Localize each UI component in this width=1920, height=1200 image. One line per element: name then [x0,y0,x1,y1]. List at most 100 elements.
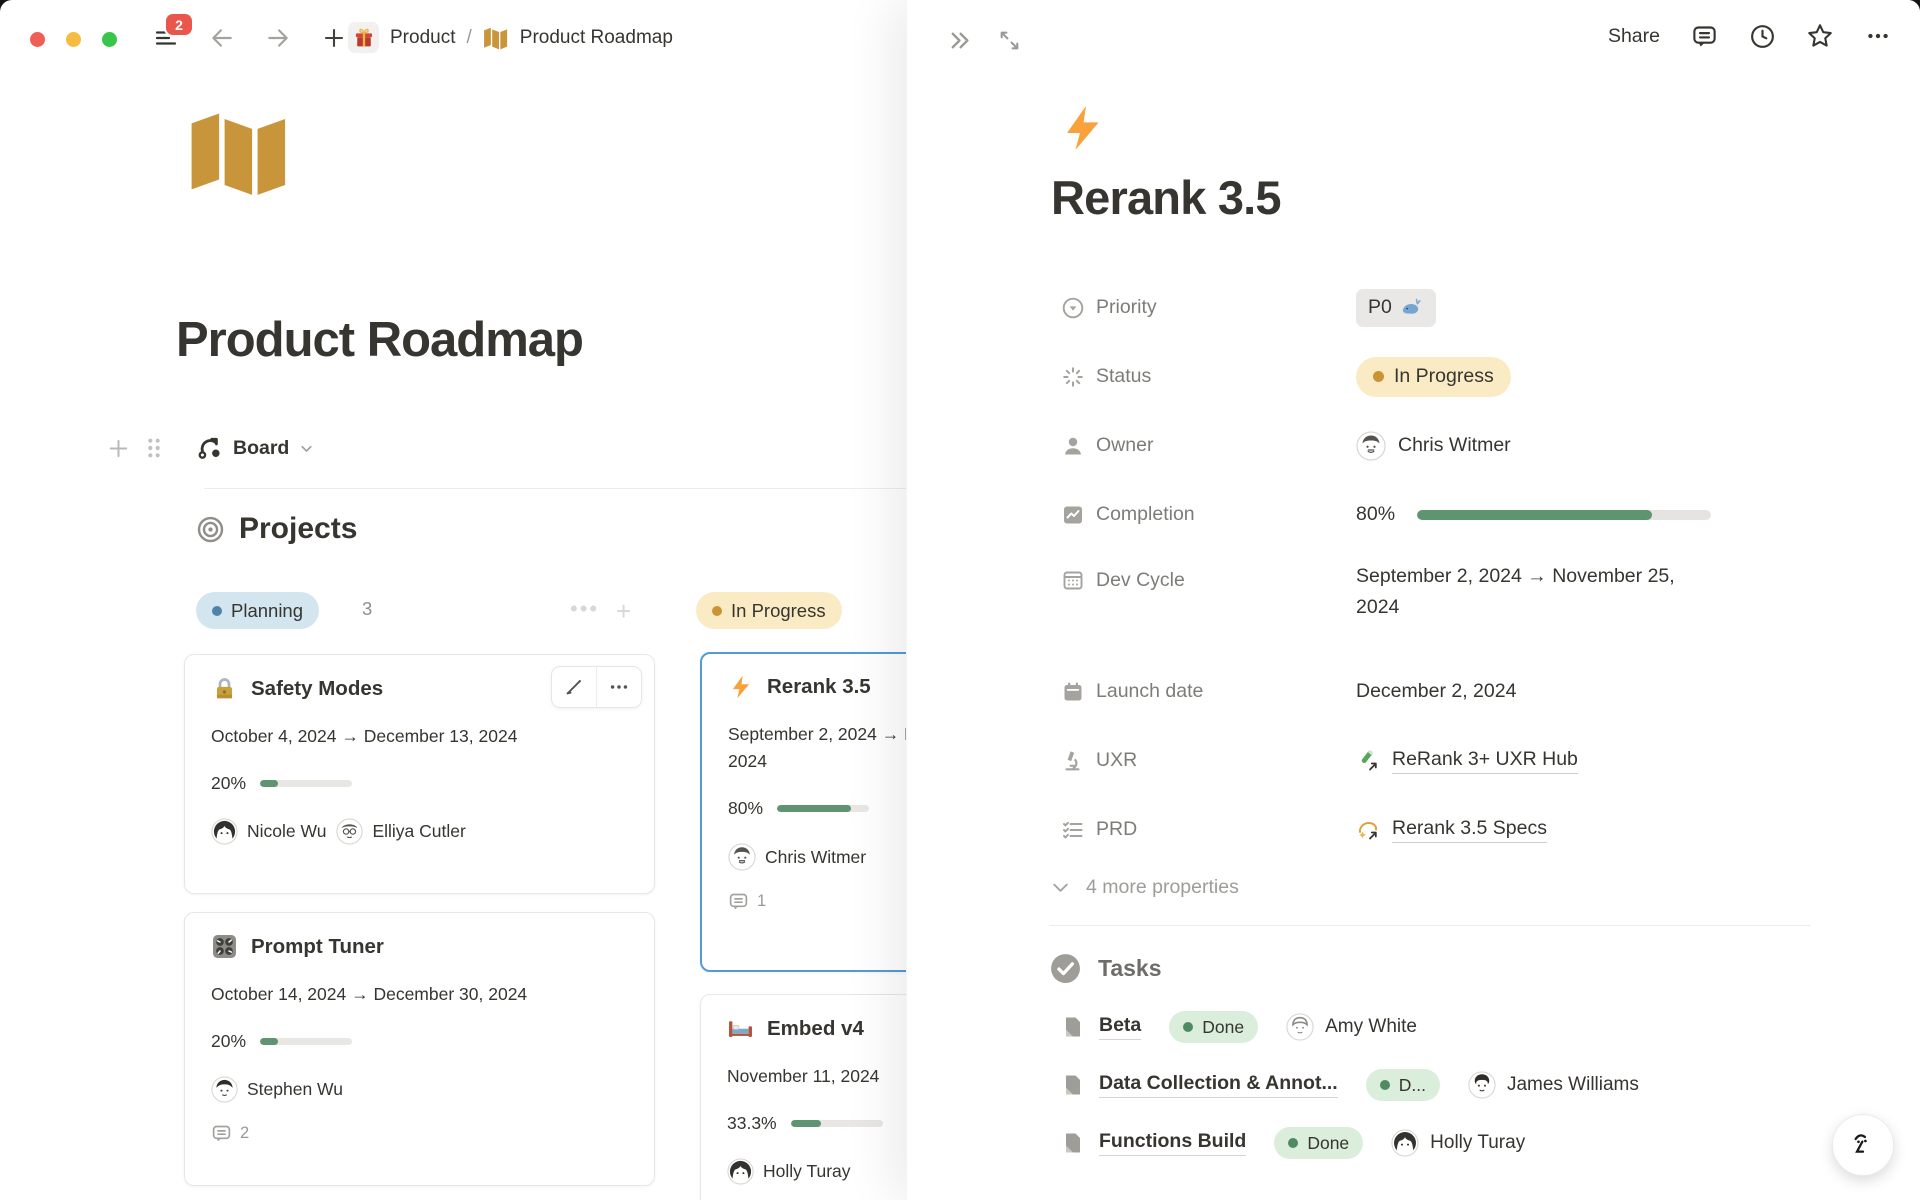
property-row-prd[interactable]: PRD Rerank 3.5 Specs [1049,807,1819,852]
card-date: October 4, 2024 → December 13, 2024 [211,726,628,747]
lock-icon [211,675,238,702]
launch-date-value: December 2, 2024 [1356,680,1516,703]
property-row-uxr[interactable]: UXR ReRank 3+ UXR Hub [1049,738,1819,783]
property-label: Owner [1096,434,1153,457]
breadcrumb: Product / Product Roadmap [348,22,673,53]
tasks-section-header: Tasks [1049,952,1819,985]
arrow-left-icon [209,25,235,51]
assignee-name: Amy White [1325,1016,1417,1038]
task-assignee: James Williams [1468,1071,1639,1099]
card-title[interactable]: Prompt Tuner [251,935,384,959]
status-dot [1183,1022,1193,1032]
property-row-owner[interactable]: Owner Chris Witmer [1049,423,1819,468]
property-label: Dev Cycle [1096,569,1185,592]
page-icon-map[interactable] [182,108,298,196]
status-dot [212,606,222,616]
breadcrumb-separator: / [466,27,471,49]
progress-percent: 20% [211,773,246,794]
prd-link[interactable]: Rerank 3.5 Specs [1356,817,1547,843]
control-knobs-icon [211,933,238,960]
minimize-window-button[interactable] [66,32,81,47]
ai-face-icon [1847,1129,1879,1161]
task-status-pill[interactable]: D... [1366,1069,1440,1101]
card-title[interactable]: Embed v4 [767,1017,864,1041]
page-icon-lightning[interactable] [1059,104,1819,152]
status-dot [712,606,722,616]
more-options-icon[interactable] [1864,22,1892,50]
group-label: Planning [231,600,303,622]
card-safety-modes[interactable]: Safety Modes October 4, 2024 → December … [184,654,655,894]
status-dot [1380,1080,1390,1090]
property-row-dev-cycle[interactable]: Dev Cycle September 2, 2024 → November 2… [1049,561,1819,645]
divider [1049,925,1811,926]
board-view-icon [196,434,224,462]
assignee-name: Elliya Cutler [372,821,465,842]
task-name[interactable]: Functions Build [1099,1130,1246,1156]
peek-page-title: Rerank 3.5 [1051,170,1819,225]
notion-window: 2 Product / Product Roadmap [0,0,1920,1200]
add-view-button[interactable] [104,434,132,462]
card-title[interactable]: Safety Modes [251,677,383,701]
lightning-icon [728,674,754,700]
breadcrumb-page[interactable]: Product Roadmap [520,27,673,49]
card-date: October 14, 2024 → December 30, 2024 [211,984,628,1005]
progress-percent: 80% [728,798,763,819]
checklist-icon [1061,818,1085,842]
back-button[interactable] [208,24,236,52]
zoom-window-button[interactable] [102,32,117,47]
edit-icon[interactable] [552,667,596,707]
status-value: In Progress [1394,365,1494,388]
card-title[interactable]: Rerank 3.5 [767,675,871,699]
progress-bar [260,1038,352,1045]
property-row-status[interactable]: Status In Progress [1049,354,1819,399]
more-options-icon[interactable] [597,667,641,707]
gift-icon [348,22,379,53]
task-name[interactable]: Data Collection & Annot... [1099,1072,1338,1098]
assignee: Elliya Cutler [336,818,465,845]
group-header-planning[interactable]: Planning [196,592,319,629]
task-status-pill[interactable]: Done [1274,1127,1363,1159]
person-icon [1061,434,1085,458]
property-row-priority[interactable]: Priority P0 [1049,285,1819,330]
notion-ai-button[interactable] [1832,1114,1894,1176]
property-label: Launch date [1096,680,1203,703]
task-row[interactable]: Functions Build Done Holly Turay [1049,1121,1819,1165]
page-icon [1061,1073,1085,1097]
task-status-pill[interactable]: Done [1169,1011,1258,1043]
group-options-icon[interactable]: ••• [570,596,599,622]
new-page-button[interactable] [320,24,348,52]
task-name[interactable]: Beta [1099,1014,1141,1040]
drag-handle-icon[interactable] [140,434,168,462]
group-add-icon[interactable]: + [616,596,633,627]
property-label: Status [1096,365,1151,388]
more-properties-toggle[interactable]: 4 more properties [1049,876,1819,899]
sidebar-toggle-button[interactable]: 2 [152,24,180,52]
close-window-button[interactable] [30,32,45,47]
status-value-pill[interactable]: In Progress [1356,357,1511,397]
owner-name[interactable]: Chris Witmer [1398,434,1511,457]
comment-icon [728,891,749,912]
task-row[interactable]: Beta Done Amy White [1049,1005,1819,1049]
property-row-launch-date[interactable]: Launch date December 2, 2024 [1049,669,1819,714]
priority-value-pill[interactable]: P0 [1356,289,1436,327]
uxr-link[interactable]: ReRank 3+ UXR Hub [1356,748,1578,774]
prd-link-text: Rerank 3.5 Specs [1392,817,1547,843]
comment-count: 2 [240,1124,249,1143]
view-switcher[interactable]: Board [196,434,315,462]
task-row[interactable]: Data Collection & Annot... D... James Wi… [1049,1063,1819,1107]
group-header-in-progress[interactable]: In Progress [696,592,842,629]
map-icon [483,26,509,50]
card-prompt-tuner[interactable]: Prompt Tuner October 14, 2024 → December… [184,912,655,1186]
close-peek-icon[interactable] [945,26,973,54]
property-label: PRD [1096,818,1137,841]
assignee: Holly Turay [727,1158,851,1185]
notification-badge: 2 [166,14,192,35]
property-label: UXR [1096,749,1137,772]
property-row-completion[interactable]: Completion 80% [1049,492,1819,537]
breadcrumb-workspace[interactable]: Product [390,27,455,49]
dev-cycle-value: September 2, 2024 → November 25, 2024 [1356,561,1678,623]
forward-button[interactable] [264,24,292,52]
completion-percent: 80% [1356,503,1395,526]
chevron-down-icon [1049,876,1072,899]
expand-page-icon[interactable] [995,26,1023,54]
